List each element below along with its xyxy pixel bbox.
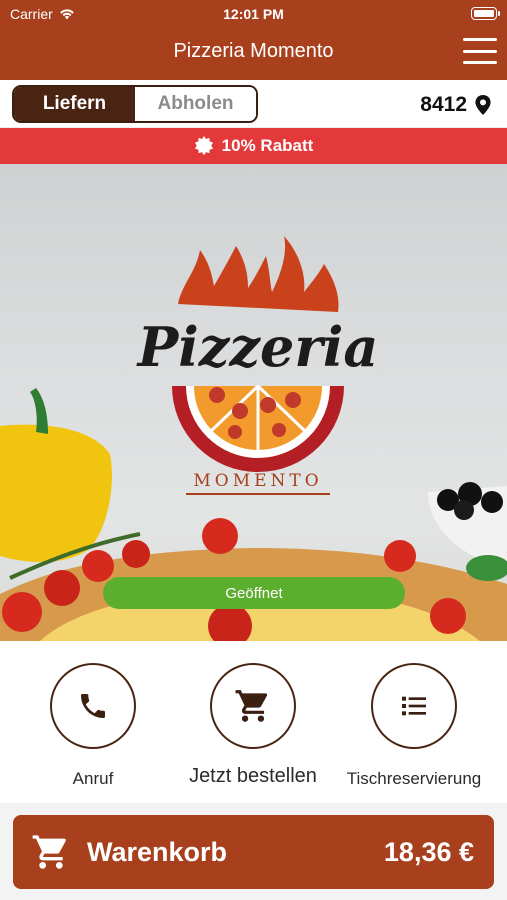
clock: 12:01 PM [223, 6, 284, 22]
cart-icon [235, 690, 268, 722]
call-label: Anruf [72, 769, 114, 788]
pickup-tab[interactable]: Abholen [135, 87, 256, 121]
list-icon [402, 696, 426, 716]
discount-badge-icon [194, 136, 213, 156]
cart-button[interactable]: Warenkorb 18,36 € [13, 815, 494, 889]
order-now-label: Jetzt bestellen [189, 765, 317, 787]
discount-text: 10% Rabatt [221, 136, 314, 155]
logo-word: Pizzeria [136, 315, 379, 379]
logo-subtitle: MOMENTO [193, 471, 322, 491]
cart-icon [32, 835, 66, 869]
hamburger-menu-icon[interactable] [463, 38, 497, 64]
order-now-action[interactable]: Jetzt bestellen [178, 663, 328, 788]
phone-icon [81, 694, 105, 718]
hero-illustration: Pizzeria MOMENTO [0, 236, 507, 641]
flame-logo-icon [178, 236, 339, 312]
hero-image: Pizzeria MOMENTO Geöffnet [0, 164, 507, 641]
quick-actions: Anruf Jetzt bestellen Tischreservierung [0, 641, 507, 803]
call-circle[interactable] [50, 663, 136, 749]
call-action[interactable]: Anruf [18, 663, 168, 789]
battery-icon [471, 7, 500, 20]
order-mode-toggle: Liefern Abholen [12, 85, 258, 123]
location-selector[interactable]: 8412 [420, 93, 491, 117]
table-reservation-circle[interactable] [371, 663, 457, 749]
top-bar: Carrier 12:01 PM Pizzeria Momento [0, 0, 507, 80]
order-now-circle[interactable] [210, 663, 296, 749]
page-title: Pizzeria Momento [173, 40, 334, 62]
cart-total: 18,36 € [383, 836, 474, 867]
cart-label: Warenkorb [87, 836, 228, 867]
cart-bar: Warenkorb 18,36 € [0, 803, 507, 900]
zip-code: 8412 [420, 93, 467, 116]
discount-banner[interactable]: 10% Rabatt [0, 128, 507, 164]
status-bar: Carrier 12:01 PM [0, 0, 507, 28]
table-reservation-label: Tischreservierung [346, 769, 482, 788]
table-reservation-action[interactable]: Tischreservierung [339, 663, 489, 789]
location-pin-icon [475, 95, 491, 115]
order-mode-bar: Liefern Abholen 8412 [0, 80, 507, 128]
opening-status-badge[interactable]: Geöffnet [103, 577, 405, 609]
deliver-tab[interactable]: Liefern [14, 87, 135, 121]
